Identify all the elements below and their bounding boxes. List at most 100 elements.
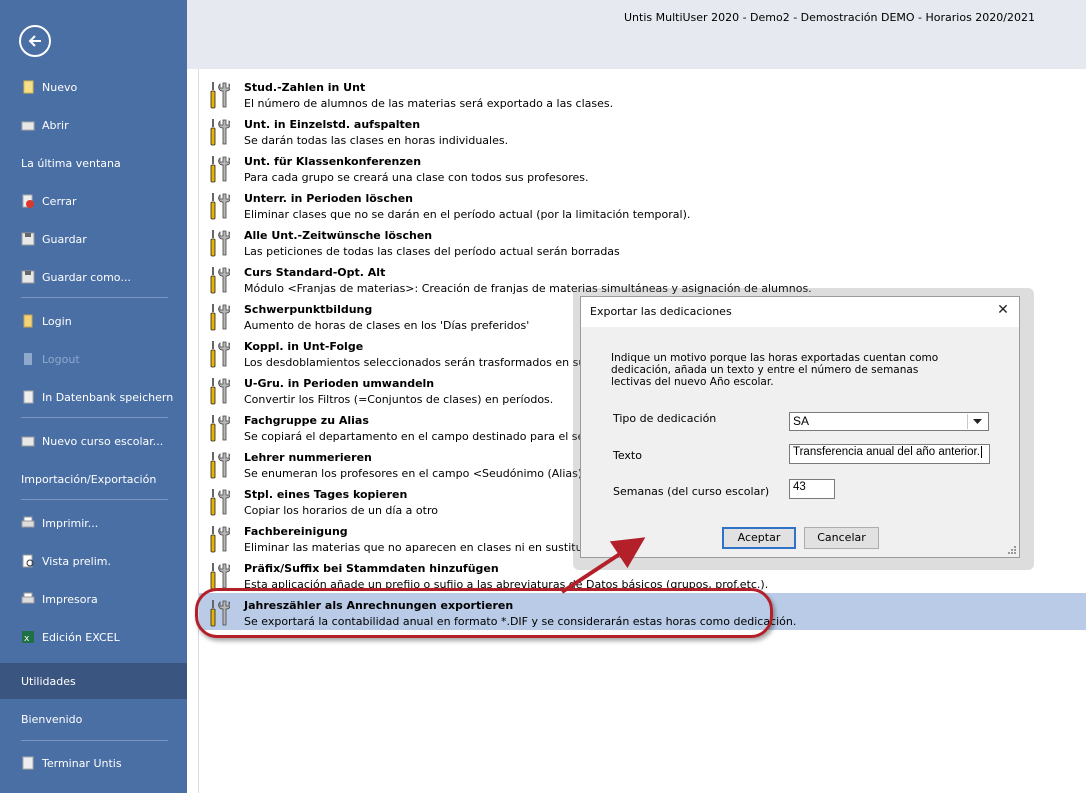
login-icon xyxy=(21,314,35,328)
tools-icon xyxy=(208,81,231,109)
logout-icon xyxy=(21,352,35,366)
utility-title: Jahreszähler als Anrechnungen exportiere… xyxy=(244,599,514,612)
sidebar-separator xyxy=(21,740,168,741)
utility-title: Fachgruppe zu Alias xyxy=(244,414,369,427)
sidebar-item-bienvenido[interactable]: Bienvenido xyxy=(0,704,187,734)
sidebar-item-nuevo[interactable]: Nuevo xyxy=(0,72,187,102)
sidebar-item-label: Impresora xyxy=(42,592,98,606)
tools-icon xyxy=(208,118,231,146)
sidebar-separator xyxy=(21,417,168,418)
utility-title: Fachbereinigung xyxy=(244,525,348,538)
sidebar-item-label: Terminar Untis xyxy=(42,756,122,770)
utility-title: Schwerpunktbildung xyxy=(244,303,373,316)
sidebar-item-ultima-ventana[interactable]: La última ventana xyxy=(0,148,187,178)
back-arrow-icon[interactable] xyxy=(19,25,51,57)
utility-title: Unterr. in Perioden löschen xyxy=(244,192,413,205)
sidebar-item-logout: Logout xyxy=(0,344,187,374)
sidebar-item-label: Vista prelim. xyxy=(42,554,111,568)
semanas-input-value: 43 xyxy=(793,481,806,493)
tools-icon xyxy=(208,303,231,331)
sidebar-item-impresora[interactable]: Impresora xyxy=(0,584,187,614)
utility-description: Los desdoblamientos seleccionados serán … xyxy=(244,356,607,369)
utility-description: Las peticiones de todas las clases del p… xyxy=(244,245,620,258)
sidebar-item-label: Logout xyxy=(42,352,80,366)
dialog-body: Indique un motivo porque las horas expor… xyxy=(581,327,1019,557)
utility-description: Aumento de horas de clases en los 'Días … xyxy=(244,319,530,332)
utility-row[interactable]: Alle Unt.-Zeitwünsche löschen Las peticio… xyxy=(199,223,1086,260)
resize-grip-icon[interactable] xyxy=(1008,546,1016,554)
utility-description: Se darán todas las clases en horas indiv… xyxy=(244,134,509,147)
sidebar-item-label: Imprimir... xyxy=(42,516,99,530)
tools-icon xyxy=(208,192,231,220)
utility-title: U-Gru. in Perioden umwandeln xyxy=(244,377,435,390)
sidebar-item-cerrar[interactable]: Cerrar xyxy=(0,186,187,216)
utility-description: Para cada grupo se creará una clase con … xyxy=(244,171,589,184)
utility-description: Copiar los horarios de un día a otro xyxy=(244,504,438,517)
utility-title: Stpl. eines Tages kopieren xyxy=(244,488,408,501)
sidebar-item-abrir[interactable]: Abrir xyxy=(0,110,187,140)
texto-input[interactable]: Transferencia anual del año anterior. xyxy=(789,444,990,464)
sidebar-item-guardar[interactable]: Guardar xyxy=(0,224,187,254)
sidebar-item-edicion-excel[interactable]: x Edición EXCEL xyxy=(0,622,187,652)
utility-description: Eliminar las materias que no aparecen en… xyxy=(244,541,613,554)
tipo-dedicacion-select[interactable]: SA xyxy=(789,412,989,431)
tools-icon xyxy=(208,451,231,479)
chevron-down-icon[interactable] xyxy=(967,414,986,429)
utility-description: Se exportará la contabilidad anual en fo… xyxy=(244,615,797,628)
sidebar-item-utilidades[interactable]: Utilidades xyxy=(0,663,187,699)
sidebar-item-guardar-como[interactable]: Guardar como... xyxy=(0,262,187,292)
utility-description: Esta aplicación añade un prefijo o sufij… xyxy=(244,578,769,591)
print-preview-icon xyxy=(21,554,35,568)
sidebar-item-label: Login xyxy=(42,314,72,328)
save-as-icon xyxy=(21,270,35,284)
new-school-year-icon xyxy=(21,434,35,448)
sidebar-item-nuevo-curso[interactable]: Nuevo curso escolar... xyxy=(0,426,187,456)
dialog-title: Exportar las dedicaciones xyxy=(590,305,732,318)
utility-row[interactable]: Jahreszähler als Anrechnungen exportiere… xyxy=(199,593,1086,630)
aceptar-button[interactable]: Aceptar xyxy=(722,527,796,549)
utility-row[interactable]: Stud.-Zahlen in Unt El número de alumnos … xyxy=(199,75,1086,112)
cancelar-button[interactable]: Cancelar xyxy=(804,527,879,549)
semanas-input[interactable]: 43 xyxy=(789,479,835,499)
sidebar-item-datenbank-speichern[interactable]: In Datenbank speichern xyxy=(0,382,187,412)
utility-row[interactable]: Unterr. in Perioden löschen Eliminar clas… xyxy=(199,186,1086,223)
sidebar-item-label: La última ventana xyxy=(21,156,121,170)
sidebar-item-label: Nuevo curso escolar... xyxy=(42,434,164,448)
sidebar-item-label: Importación/Exportación xyxy=(21,472,157,486)
svg-text:x: x xyxy=(24,634,30,644)
tools-icon xyxy=(208,155,231,183)
tools-icon xyxy=(208,340,231,368)
close-icon[interactable]: ✕ xyxy=(995,302,1011,318)
sidebar-item-terminar-untis[interactable]: Terminar Untis xyxy=(0,748,187,778)
sidebar-item-vista-prelim[interactable]: Vista prelim. xyxy=(0,546,187,576)
semanas-label: Semanas (del curso escolar) xyxy=(613,485,770,498)
open-icon xyxy=(21,118,35,132)
utility-description: Se enumeran los profesores en el campo <… xyxy=(244,467,609,480)
utility-row[interactable]: Unt. in Einzelstd. aufspalten Se darán to… xyxy=(199,112,1086,149)
sidebar-item-label: Cerrar xyxy=(42,194,77,208)
sidebar-item-label: Bienvenido xyxy=(21,712,83,726)
tools-icon xyxy=(208,414,231,442)
tipo-label: Tipo de dedicación xyxy=(613,412,717,425)
sidebar-item-imprimir[interactable]: Imprimir... xyxy=(0,508,187,538)
new-document-icon xyxy=(21,80,35,94)
excel-icon: x xyxy=(21,630,35,644)
sidebar-item-label: In Datenbank speichern xyxy=(42,390,174,404)
sidebar-item-login[interactable]: Login xyxy=(0,306,187,336)
save-icon xyxy=(21,232,35,246)
print-icon xyxy=(21,516,35,530)
dialog-description: Indique un motivo porque las horas expor… xyxy=(611,352,939,388)
database-save-icon xyxy=(21,390,35,404)
utility-row[interactable]: Unt. für Klassenkonferenzen Para cada gru… xyxy=(199,149,1086,186)
printer-icon xyxy=(21,592,35,606)
sidebar-item-importacion-exportacion[interactable]: Importación/Exportación xyxy=(0,464,187,494)
utility-title: Curs Standard-Opt. Alt xyxy=(244,266,386,279)
utility-description: El número de alumnos de las materias ser… xyxy=(244,97,614,110)
close-document-icon xyxy=(21,194,35,208)
tipo-dedicacion-value: SA xyxy=(793,414,810,428)
tools-icon xyxy=(208,488,231,516)
utility-title: Unt. in Einzelstd. aufspalten xyxy=(244,118,421,131)
texto-label: Texto xyxy=(613,449,642,462)
tools-icon xyxy=(208,599,231,627)
tools-icon xyxy=(208,525,231,553)
